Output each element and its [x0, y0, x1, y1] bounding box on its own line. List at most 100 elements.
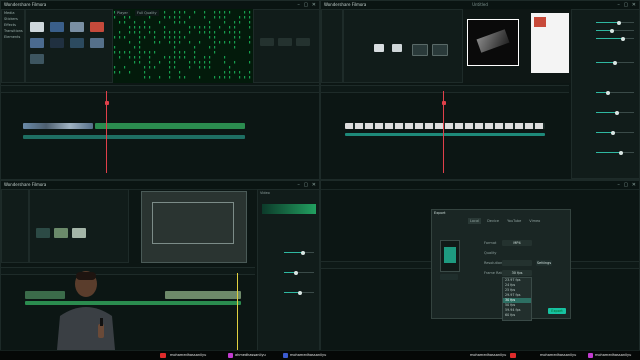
- video-clip[interactable]: [165, 291, 241, 299]
- timeline-ruler[interactable]: [321, 85, 569, 93]
- matrix-glyph: [234, 26, 236, 29]
- format-select[interactable]: MP4: [502, 240, 532, 246]
- media-thumb[interactable]: [30, 38, 44, 48]
- media-thumb[interactable]: [412, 44, 428, 56]
- prop-row[interactable]: [262, 270, 316, 276]
- social-bar: mohamedhassaniiyu ahmedhassaniiyu mohame…: [0, 350, 640, 360]
- matrix-glyph: [169, 71, 171, 74]
- dropdown-option[interactable]: 60 fps: [503, 313, 531, 318]
- export-button[interactable]: Export: [548, 308, 566, 314]
- thumbnail-button[interactable]: [440, 274, 458, 280]
- matrix-glyph: [154, 41, 156, 44]
- media-thumb[interactable]: [50, 22, 64, 32]
- preview-viewer[interactable]: [463, 9, 571, 83]
- quality-select[interactable]: Full Quality: [135, 10, 159, 16]
- media-thumb[interactable]: [374, 44, 384, 52]
- matrix-glyph: [124, 51, 126, 54]
- window-controls[interactable]: – ▢ ✕: [297, 182, 317, 188]
- prop-row[interactable]: [576, 150, 636, 156]
- frame-rate-select[interactable]: 30 fps: [502, 270, 532, 276]
- window-controls[interactable]: – ▢ ✕: [297, 2, 317, 8]
- export-tabs: Local Device YouTube Vimeo: [468, 218, 542, 224]
- resolution-label: Resolution: [484, 261, 503, 265]
- matrix-glyph: [139, 36, 141, 39]
- media-thumb[interactable]: [36, 228, 50, 238]
- matrix-glyph: [204, 16, 206, 19]
- preview-viewer[interactable]: Player Full Quality: [113, 9, 253, 83]
- prop-row[interactable]: [576, 20, 636, 26]
- matrix-glyph: [249, 71, 251, 74]
- playhead-handle[interactable]: [104, 101, 109, 105]
- document-preview: [531, 13, 569, 73]
- media-thumb[interactable]: [90, 22, 104, 32]
- tab-device[interactable]: Device: [485, 218, 501, 224]
- matrix-glyph: [144, 76, 146, 79]
- matrix-glyph: [194, 56, 196, 59]
- property-option[interactable]: [260, 38, 274, 46]
- media-library: [25, 9, 113, 83]
- matrix-glyph: [239, 76, 241, 79]
- matrix-glyph: [214, 36, 216, 39]
- media-thumb[interactable]: [50, 38, 64, 48]
- media-thumb[interactable]: [90, 38, 104, 48]
- prop-row[interactable]: [576, 110, 636, 116]
- youtube-icon: [510, 353, 516, 358]
- matrix-glyph: [209, 46, 211, 49]
- audio-clip[interactable]: [345, 133, 545, 136]
- sidebar-item-elements[interactable]: Elements: [2, 34, 24, 40]
- tab-youtube[interactable]: YouTube: [505, 218, 523, 224]
- matrix-glyph: [139, 46, 141, 49]
- prop-row[interactable]: [576, 90, 636, 96]
- media-thumb[interactable]: [30, 22, 44, 32]
- playhead-handle[interactable]: [441, 101, 446, 105]
- matrix-glyph: [229, 26, 231, 29]
- prop-row[interactable]: [576, 28, 636, 34]
- window-controls[interactable]: – ▢ ✕: [617, 182, 637, 188]
- matrix-glyph: [124, 36, 126, 39]
- media-thumb[interactable]: [70, 22, 84, 32]
- matrix-glyph: [194, 51, 196, 54]
- tab-vimeo[interactable]: Vimeo: [527, 218, 542, 224]
- media-thumb[interactable]: [30, 54, 44, 64]
- timeline-ruler[interactable]: [1, 267, 255, 275]
- matrix-glyph: [219, 16, 221, 19]
- matrix-glyph: [114, 16, 116, 19]
- resolution-select[interactable]: [502, 260, 532, 266]
- matrix-glyph: [199, 41, 201, 44]
- property-option[interactable]: [278, 38, 292, 46]
- matrix-glyph: [199, 76, 201, 79]
- media-thumb[interactable]: [70, 38, 84, 48]
- prop-row[interactable]: [262, 250, 316, 256]
- matrix-glyph: [179, 36, 181, 39]
- preview-viewer[interactable]: [141, 191, 247, 263]
- format-label: Format: [484, 241, 497, 245]
- timeline-ruler[interactable]: [1, 85, 319, 93]
- matrix-glyph: [139, 26, 141, 29]
- matrix-glyph: [214, 51, 216, 54]
- video-clip[interactable]: [95, 123, 245, 129]
- matrix-glyph: [139, 51, 141, 54]
- media-thumb[interactable]: [432, 44, 448, 56]
- video-clip[interactable]: [23, 123, 93, 129]
- prop-row[interactable]: [576, 60, 636, 66]
- prop-row[interactable]: [576, 36, 636, 42]
- media-sidebar: [1, 189, 29, 263]
- timeline-playhead[interactable]: [237, 273, 238, 353]
- prop-row[interactable]: [576, 130, 636, 136]
- quadrant-top-right: Wondershare Filmora Untitled – ▢ ✕: [320, 0, 640, 180]
- property-option[interactable]: [296, 38, 310, 46]
- audio-clip[interactable]: [23, 135, 245, 139]
- media-thumb[interactable]: [54, 228, 68, 238]
- settings-button[interactable]: Settings: [536, 260, 552, 266]
- matrix-glyph: [144, 36, 146, 39]
- matrix-glyph: [179, 11, 181, 14]
- tab-local[interactable]: Local: [468, 218, 482, 224]
- matrix-glyph: [144, 21, 146, 24]
- media-thumb[interactable]: [392, 44, 402, 52]
- matrix-glyph: [219, 41, 221, 44]
- video-clip[interactable]: [345, 123, 545, 129]
- media-thumb[interactable]: [72, 228, 86, 238]
- window-controls[interactable]: – ▢ ✕: [617, 2, 637, 8]
- matrix-glyph: [229, 41, 231, 44]
- prop-row[interactable]: [262, 290, 316, 296]
